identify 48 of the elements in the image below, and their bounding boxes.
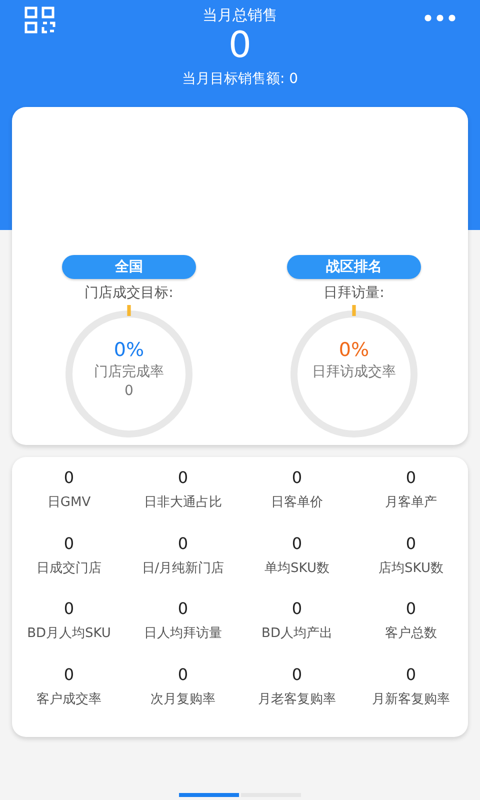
metric-label: 日客单价 (271, 494, 323, 512)
gauge-tick (352, 305, 356, 316)
metric-value: 0 (292, 664, 302, 686)
metric-label: 日成交门店 (36, 560, 102, 578)
metric-value: 0 (406, 664, 416, 686)
metric-value: 0 (406, 532, 416, 554)
metric-value: 0 (406, 467, 416, 489)
metric-value: 0 (292, 532, 302, 554)
metric-value: 0 (64, 664, 74, 686)
metric-label: BD月人均SKU (27, 625, 111, 643)
gauge-count: 0 (124, 382, 134, 400)
metric-value: 0 (406, 598, 416, 620)
category-tab[interactable]: 全国 (62, 255, 196, 279)
gauge-percent: 0% (338, 338, 370, 362)
metric-label: 日GMV (47, 494, 91, 512)
gauge-label: 日拜访量: (324, 284, 384, 302)
metric-value: 0 (178, 664, 188, 686)
metric-value: 0 (178, 532, 188, 554)
gauge-caption: 门店完成率 (94, 363, 164, 382)
gauge-percent: 0% (114, 338, 144, 362)
metric-label: 客户成交率 (36, 690, 102, 708)
metric-value: 0 (292, 467, 302, 489)
target-sales: 当月目标销售额: 0 (182, 70, 298, 88)
more-icon[interactable] (424, 14, 456, 22)
metric-label: 日非大通占比 (144, 494, 222, 512)
metric-label: BD人均产出 (262, 625, 332, 643)
total-sales: 0 (228, 24, 252, 68)
metric-label: 日人均拜访量 (144, 625, 222, 643)
metric-value: 0 (178, 598, 188, 620)
metric-label: 月新客复购率 (372, 690, 450, 708)
metric-value: 0 (64, 467, 74, 489)
metric-value: 0 (178, 467, 188, 489)
gauge-caption: 日拜访成交率 (312, 363, 396, 382)
header-title: 当月总销售 (202, 6, 278, 24)
qr-code-icon[interactable] (24, 6, 56, 34)
metric-label: 月客单产 (385, 494, 437, 512)
metric-label: 店均SKU数 (378, 560, 444, 578)
metric-value: 0 (292, 598, 302, 620)
category-tab[interactable]: 战区排名 (287, 255, 421, 279)
metric-label: 单均SKU数 (264, 560, 330, 578)
metric-label: 日/月纯新门店 (142, 560, 224, 578)
metric-value: 0 (64, 532, 74, 554)
gauge-tick (127, 305, 131, 316)
gauge-label: 门店成交目标: (84, 284, 174, 302)
metric-label: 次月复购率 (150, 690, 216, 708)
metric-value: 0 (64, 598, 74, 620)
metric-label: 月老客复购率 (258, 690, 336, 708)
metric-label: 客户总数 (385, 625, 437, 643)
